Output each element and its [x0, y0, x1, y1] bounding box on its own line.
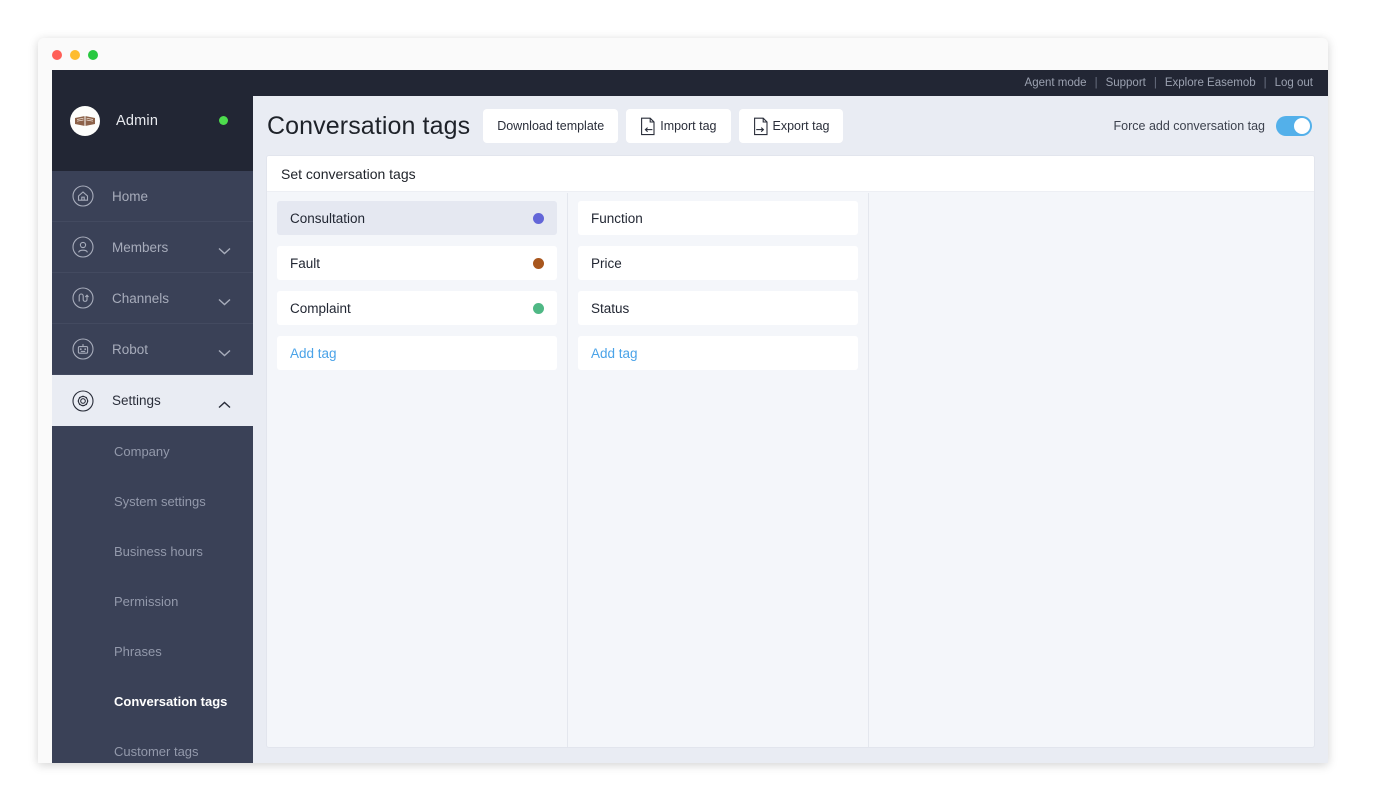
export-file-icon [753, 117, 770, 136]
topbar-link-log-out[interactable]: Log out [1275, 77, 1313, 89]
sidebar-subitem-permission[interactable]: Permission [52, 576, 253, 626]
sidebar-subitem-label: Permission [114, 594, 178, 609]
add-tag-label: Add tag [290, 346, 337, 361]
tag-row[interactable]: Fault [277, 246, 557, 280]
topbar: Agent mode | Support | Explore Easemob |… [253, 70, 1328, 96]
sidebar-subitem-company[interactable]: Company [52, 426, 253, 476]
tag-color-dot[interactable] [533, 258, 544, 269]
app-body: Admin Home [52, 70, 1328, 763]
tag-row[interactable]: Complaint [277, 291, 557, 325]
tag-column-2: Function Price Status Add tag [568, 193, 869, 747]
sidebar-item-channels[interactable]: Channels [52, 273, 253, 324]
tag-label: Complaint [290, 301, 351, 316]
sidebar-subitem-label: Conversation tags [114, 694, 227, 709]
tag-columns: Consultation Fault Complaint Add ta [267, 193, 1314, 747]
sidebar-subitem-label: Business hours [114, 544, 203, 559]
force-add-conversation-tag-control: Force add conversation tag [1114, 116, 1312, 136]
sidebar-subitem-business-hours[interactable]: Business hours [52, 526, 253, 576]
force-add-conversation-tag-toggle[interactable] [1276, 116, 1312, 136]
sidebar-subitem-label: Customer tags [114, 744, 199, 759]
conversation-tags-card: Set conversation tags Consultation Fault [267, 156, 1314, 747]
window-maximize-button[interactable] [88, 50, 98, 60]
sidebar-user-header[interactable]: Admin [52, 70, 253, 171]
topbar-separator: | [1264, 77, 1267, 89]
topbar-link-explore-easemob[interactable]: Explore Easemob [1165, 77, 1256, 89]
tag-label: Price [591, 256, 622, 271]
tag-label: Status [591, 301, 629, 316]
sidebar-item-label: Members [112, 240, 168, 255]
topbar-link-support[interactable]: Support [1106, 77, 1146, 89]
export-tag-button[interactable]: Export tag [739, 109, 844, 143]
robot-icon [70, 336, 96, 362]
sidebar-subitem-system-settings[interactable]: System settings [52, 476, 253, 526]
sidebar-item-label: Channels [112, 291, 169, 306]
page-header: Conversation tags Download template Impo… [253, 96, 1328, 156]
online-status-dot [219, 116, 228, 125]
card-title: Set conversation tags [267, 156, 1314, 192]
sidebar-item-settings[interactable]: Settings [52, 375, 253, 426]
import-tag-label: Import tag [660, 119, 716, 133]
sidebar-subitem-label: Phrases [114, 644, 162, 659]
sidebar-subitem-phrases[interactable]: Phrases [52, 626, 253, 676]
tag-row[interactable]: Price [578, 246, 858, 280]
tag-row[interactable]: Consultation [277, 201, 557, 235]
tag-row[interactable]: Function [578, 201, 858, 235]
add-tag-label: Add tag [591, 346, 638, 361]
sidebar-item-label: Settings [112, 393, 161, 408]
chevron-down-icon[interactable] [218, 345, 231, 353]
tag-color-dot[interactable] [533, 303, 544, 314]
topbar-separator: | [1095, 77, 1098, 89]
gear-icon [70, 388, 96, 414]
channels-icon [70, 285, 96, 311]
download-template-label: Download template [497, 119, 604, 133]
page-title: Conversation tags [267, 112, 470, 141]
chevron-down-icon[interactable] [218, 243, 231, 251]
sidebar-subitem-customer-tags[interactable]: Customer tags [52, 726, 253, 763]
add-tag-button[interactable]: Add tag [277, 336, 557, 370]
sidebar-item-members[interactable]: Members [52, 222, 253, 273]
admin-name: Admin [116, 113, 158, 129]
window-close-button[interactable] [52, 50, 62, 60]
sidebar-item-robot[interactable]: Robot [52, 324, 253, 375]
tag-color-dot[interactable] [533, 213, 544, 224]
window-minimize-button[interactable] [70, 50, 80, 60]
chevron-up-icon[interactable] [218, 397, 231, 405]
force-add-conversation-tag-label: Force add conversation tag [1114, 119, 1265, 133]
download-template-button[interactable]: Download template [483, 109, 618, 143]
add-tag-button[interactable]: Add tag [578, 336, 858, 370]
toggle-knob [1294, 118, 1310, 134]
export-tag-label: Export tag [773, 119, 830, 133]
sidebar-item-home[interactable]: Home [52, 171, 253, 222]
main-area: Agent mode | Support | Explore Easemob |… [253, 70, 1328, 763]
avatar-graphic [74, 115, 96, 127]
app-window: Admin Home [38, 38, 1328, 763]
window-titlebar [38, 38, 1328, 70]
home-icon [70, 183, 96, 209]
sidebar-item-label: Home [112, 189, 148, 204]
import-tag-button[interactable]: Import tag [626, 109, 730, 143]
tag-row[interactable]: Status [578, 291, 858, 325]
sidebar-subitem-label: System settings [114, 494, 206, 509]
sidebar-subitem-label: Company [114, 444, 170, 459]
chevron-down-icon[interactable] [218, 294, 231, 302]
import-file-icon [640, 117, 657, 136]
tag-label: Consultation [290, 211, 365, 226]
members-icon [70, 234, 96, 260]
tag-label: Fault [290, 256, 320, 271]
sidebar-item-label: Robot [112, 342, 148, 357]
sidebar-subitem-conversation-tags[interactable]: Conversation tags [52, 676, 253, 726]
avatar [70, 106, 100, 136]
sidebar: Admin Home [52, 70, 253, 763]
tag-column-3 [869, 193, 1314, 747]
topbar-separator: | [1154, 77, 1157, 89]
tag-column-1: Consultation Fault Complaint Add ta [267, 193, 568, 747]
tag-label: Function [591, 211, 643, 226]
topbar-link-agent-mode[interactable]: Agent mode [1025, 77, 1087, 89]
